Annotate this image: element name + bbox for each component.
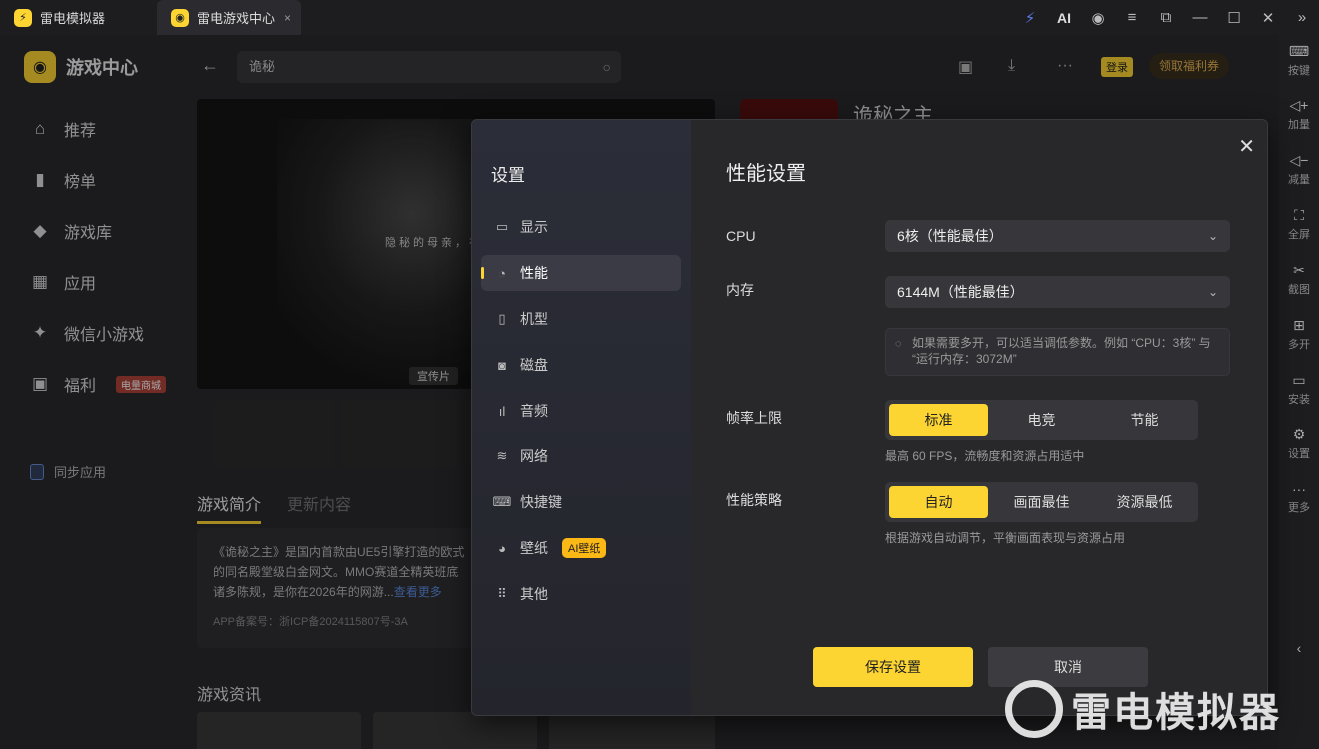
restore-icon[interactable]: ⧉ (1149, 0, 1183, 35)
nav-label: 其他 (520, 586, 548, 602)
strategy-option-best-quality[interactable]: 画面最佳 (992, 486, 1091, 518)
strategy-label: 性能策略 (726, 492, 782, 508)
scissors-icon: ✂ (1293, 262, 1305, 278)
audio-icon: ıl (498, 403, 506, 419)
ai-wallpaper-badge: AI壁纸 (562, 538, 607, 558)
settings-content: ✕ 性能设置 CPU 6核（性能最佳） ⌄ 内存 6144M（性能最佳） ⌄ ◌… (691, 120, 1267, 715)
volume-up-icon: ◁+ (1289, 97, 1309, 113)
tab-emulator[interactable]: ⚡ 雷电模拟器 (0, 0, 155, 35)
window-controls: ⚡ AI ◉ ≡ ⧉ — ☐ ✕ » (1013, 0, 1319, 35)
settings-nav-performance[interactable]: ◔ 性能 (481, 255, 681, 291)
settings-dialog: 设置 ▭ 显示 ◔ 性能 ▯ 机型 ◙ 磁盘 ıl 音频 ≋ 网络 ⌨ 快捷键 (471, 119, 1268, 716)
user-icon[interactable]: ◉ (1081, 0, 1115, 35)
ai-icon[interactable]: AI (1047, 0, 1081, 35)
nav-label: 网络 (520, 448, 548, 464)
grid-icon: ⠿ (497, 586, 507, 601)
cpu-select[interactable]: 6核（性能最佳） ⌄ (885, 220, 1230, 252)
maximize-icon[interactable]: ☐ (1217, 0, 1251, 35)
memory-select[interactable]: 6144M（性能最佳） ⌄ (885, 276, 1230, 308)
strategy-option-auto[interactable]: 自动 (889, 486, 988, 518)
settings-nav-audio[interactable]: ıl 音频 (481, 393, 681, 429)
toolbar-install[interactable]: ▭ 安装 (1279, 372, 1319, 407)
settings-nav-wallpaper[interactable]: ◕ 壁纸 AI壁纸 (481, 530, 681, 566)
palette-icon: ◕ (498, 540, 506, 556)
multi-instance-hint: ◌ 如果需要多开，可以适当调低参数。例如 “CPU：3核” 与 “运行内存：30… (885, 328, 1230, 376)
close-tab-icon[interactable]: × (284, 11, 291, 25)
title-bar: ⚡ 雷电模拟器 ◉ 雷电游戏中心 × ⚡ AI ◉ ≡ ⧉ — ☐ ✕ » (0, 0, 1319, 35)
collapse-sidebar-icon[interactable]: » (1285, 0, 1319, 35)
nav-label: 显示 (520, 219, 548, 235)
chevron-down-icon: ⌄ (1207, 285, 1218, 299)
watermark-text: 雷电模拟器 (1071, 691, 1281, 735)
fps-option-standard[interactable]: 标准 (889, 404, 988, 436)
settings-nav-display[interactable]: ▭ 显示 (481, 209, 681, 245)
toolbar-more[interactable]: ··· 更多 (1279, 481, 1319, 515)
wifi-icon: ≋ (496, 448, 508, 463)
settings-nav-disk[interactable]: ◙ 磁盘 (481, 347, 681, 383)
keyboard-icon: ⌨ (492, 494, 512, 509)
settings-nav-device[interactable]: ▯ 机型 (481, 301, 681, 337)
toolbar-screenshot[interactable]: ✂ 截图 (1279, 262, 1319, 297)
nav-label: 磁盘 (520, 357, 548, 373)
close-icon[interactable]: ✕ (1238, 134, 1255, 159)
watermark-logo-icon (1005, 680, 1063, 738)
multi-instance-icon: ⊞ (1293, 317, 1305, 333)
page-title: 性能设置 (726, 163, 806, 185)
menu-icon[interactable]: ≡ (1115, 0, 1149, 35)
brand-watermark: 雷电模拟器 (1005, 680, 1281, 738)
fullscreen-icon: ⛶ (1294, 207, 1304, 223)
emulator-toolbar: ⌨ 按键 ◁+ 加量 ◁− 减量 ⛶ 全屏 ✂ 截图 ⊞ 多开 ▭ 安装 ⚙ 设置 ··· 更多 … (1279, 35, 1319, 749)
nav-label: 性能 (520, 265, 548, 281)
strategy-description: 根据游戏自动调节，平衡画面表现与资源占用 (885, 531, 1126, 545)
apk-icon: ▭ (1292, 372, 1306, 388)
monitor-icon: ▭ (495, 219, 509, 234)
save-button[interactable]: 保存设置 (813, 647, 973, 687)
nav-label: 快捷键 (520, 494, 562, 510)
settings-nav-network[interactable]: ≋ 网络 (481, 438, 681, 474)
boost-icon[interactable]: ⚡ (1013, 0, 1047, 35)
minimize-icon[interactable]: — (1183, 0, 1217, 35)
toolbar-keymap[interactable]: ⌨ 按键 (1279, 43, 1319, 78)
nav-label: 机型 (520, 311, 548, 327)
gear-icon: ⚙ (1292, 426, 1306, 442)
hint-text: 如果需要多开，可以适当调低参数。例如 “CPU：3核” 与 “运行内存：3072… (912, 336, 1211, 366)
volume-down-icon: ◁− (1289, 152, 1309, 168)
tab-game-center[interactable]: ◉ 雷电游戏中心 × (157, 0, 301, 35)
phone-icon: ▯ (498, 311, 506, 326)
tab-label: 雷电模拟器 (40, 11, 106, 26)
cpu-label: CPU (726, 228, 756, 244)
chevron-down-icon: ⌄ (1207, 229, 1218, 243)
nav-label: 壁纸 (520, 540, 548, 556)
memory-label: 内存 (726, 282, 754, 298)
fps-option-power-saving[interactable]: 节能 (1095, 404, 1194, 436)
close-window-icon[interactable]: ✕ (1251, 0, 1285, 35)
keyboard-icon: ⌨ (1288, 43, 1310, 59)
strategy-option-lowest-resource[interactable]: 资源最低 (1095, 486, 1194, 518)
toolbar-volume-down[interactable]: ◁− 减量 (1279, 152, 1319, 187)
emulator-logo-icon: ⚡ (14, 8, 32, 27)
toolbar-fullscreen[interactable]: ⛶ 全屏 (1279, 207, 1319, 242)
info-icon: ◌ (895, 338, 902, 350)
settings-nav-shortcuts[interactable]: ⌨ 快捷键 (481, 484, 681, 520)
fps-segmented-control: 标准 电竞 节能 (885, 400, 1198, 440)
tab-label: 雷电游戏中心 (197, 11, 276, 26)
settings-nav-other[interactable]: ⠿ 其他 (481, 576, 681, 612)
toolbar-volume-up[interactable]: ◁+ 加量 (1279, 97, 1319, 132)
disk-icon: ◙ (498, 357, 506, 373)
settings-title: 设置 (491, 166, 525, 185)
more-icon: ··· (1292, 481, 1306, 497)
strategy-segmented-control: 自动 画面最佳 资源最低 (885, 482, 1198, 522)
nav-label: 音频 (520, 403, 548, 419)
memory-value: 6144M（性能最佳） (897, 284, 1024, 300)
toolbar-settings[interactable]: ⚙ 设置 (1279, 426, 1319, 461)
performance-icon: ◔ (498, 265, 506, 281)
toolbar-multi-instance[interactable]: ⊞ 多开 (1279, 317, 1319, 352)
fps-label: 帧率上限 (726, 410, 782, 426)
fps-description: 最高 60 FPS，流畅度和资源占用适中 (885, 449, 1085, 463)
cpu-value: 6核（性能最佳） (897, 228, 1003, 244)
back-nav-icon[interactable]: ‹ (1279, 640, 1319, 658)
gamepad-logo-icon: ◉ (171, 8, 189, 27)
fps-option-esports[interactable]: 电竞 (992, 404, 1091, 436)
settings-sidebar: 设置 ▭ 显示 ◔ 性能 ▯ 机型 ◙ 磁盘 ıl 音频 ≋ 网络 ⌨ 快捷键 (472, 120, 691, 715)
